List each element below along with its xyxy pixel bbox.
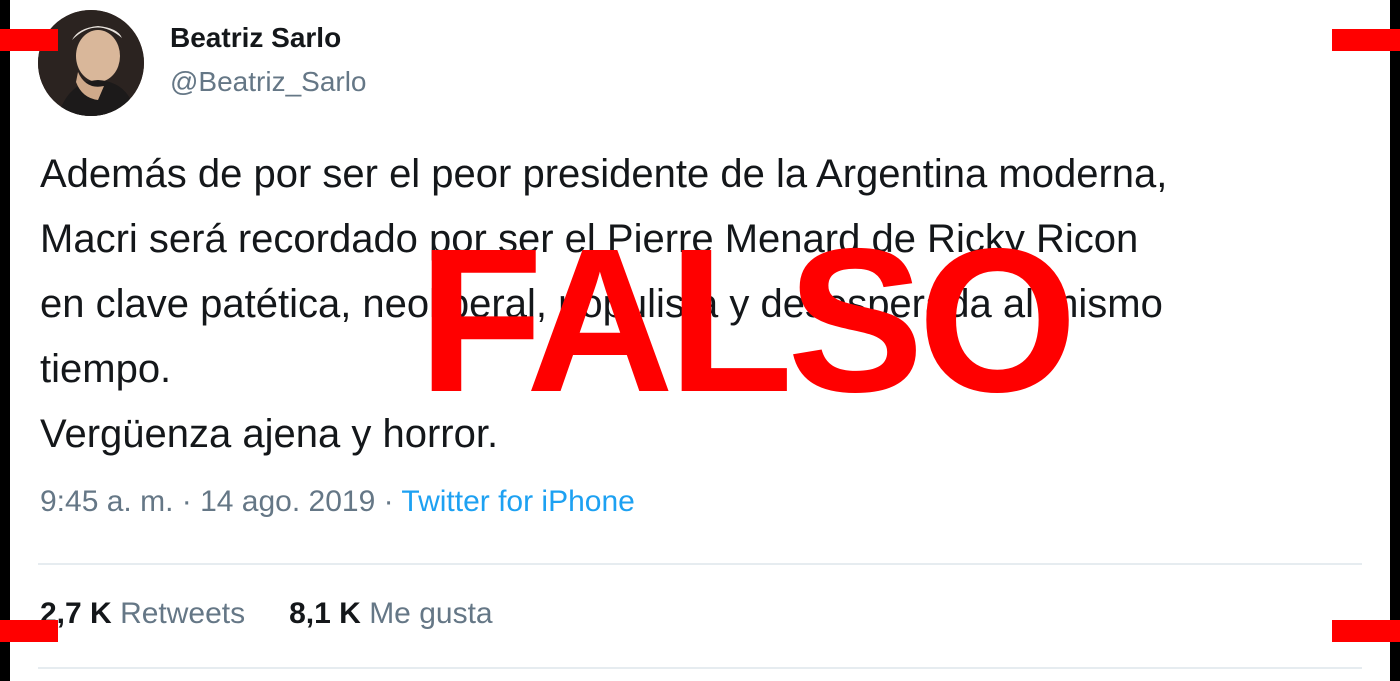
author-display-name[interactable]: Beatriz Sarlo xyxy=(170,22,341,54)
corner-marker xyxy=(0,29,58,51)
corner-marker xyxy=(0,620,58,642)
likes-stat[interactable]: 8,1 K Me gusta xyxy=(289,597,492,630)
meta-separator: · xyxy=(181,485,192,518)
likes-label: Me gusta xyxy=(369,597,493,630)
tweet-source-link[interactable]: Twitter for iPhone xyxy=(401,485,634,518)
tweet-text-line: Además de por ser el peor presidente de … xyxy=(40,152,1168,196)
author-handle[interactable]: @Beatriz_Sarlo xyxy=(170,66,367,98)
meta-separator: · xyxy=(383,485,394,518)
tweet-meta: 9:45 a. m. · 14 ago. 2019 · Twitter for … xyxy=(40,485,635,519)
divider xyxy=(38,667,1362,669)
divider xyxy=(38,563,1362,565)
likes-count: 8,1 K xyxy=(289,597,361,630)
corner-marker xyxy=(1332,29,1400,51)
tweet-card: Beatriz Sarlo @Beatriz_Sarlo Además de p… xyxy=(10,0,1390,681)
retweets-stat[interactable]: 2,7 K Retweets xyxy=(40,597,245,630)
tweet-stats: 2,7 K Retweets 8,1 K Me gusta xyxy=(40,597,493,631)
tweet-date[interactable]: 14 ago. 2019 xyxy=(200,485,375,518)
tweet-time[interactable]: 9:45 a. m. xyxy=(40,485,173,518)
corner-marker xyxy=(1332,620,1400,642)
avatar-photo xyxy=(38,10,144,116)
avatar[interactable] xyxy=(38,10,144,116)
falso-stamp: FALSO xyxy=(418,206,1077,435)
retweets-label: Retweets xyxy=(120,597,246,630)
